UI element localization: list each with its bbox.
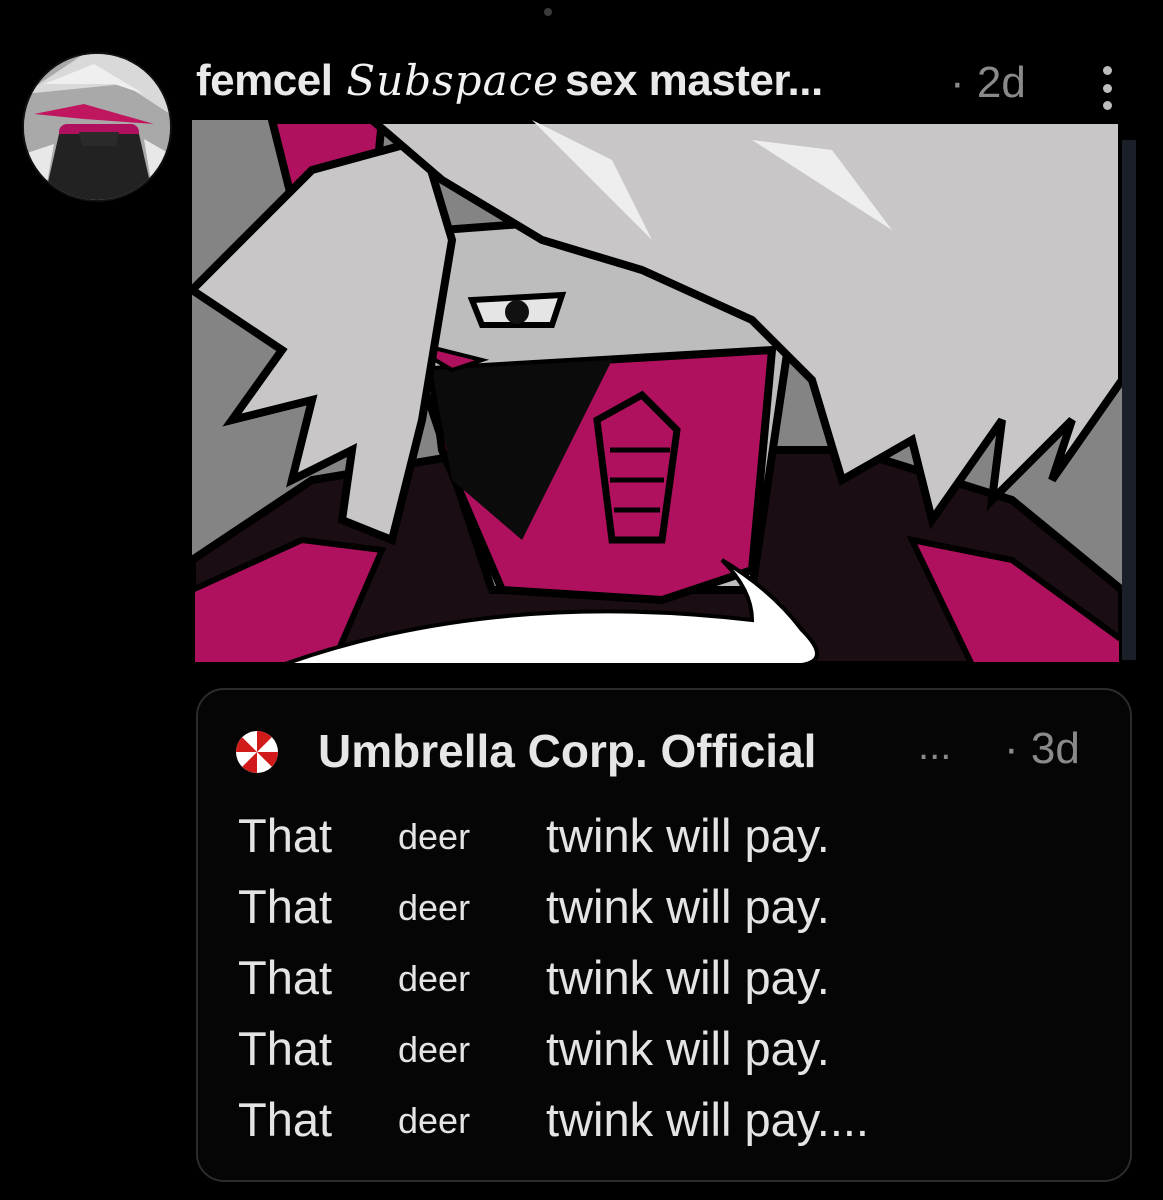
line-word-deer: deer xyxy=(398,958,471,999)
avatar[interactable] xyxy=(24,54,170,200)
line-rest: twink will pay. xyxy=(546,951,830,1004)
status-dot xyxy=(544,8,552,16)
avatar-art xyxy=(24,54,170,200)
author-name-part2: sex master... xyxy=(565,56,823,105)
line-word-deer: deer xyxy=(398,1029,471,1070)
line-word-deer: deer xyxy=(398,1100,471,1141)
author-truncation: ... xyxy=(918,724,952,768)
post-author-name[interactable]: femcel Subspace sex master... xyxy=(196,56,823,116)
line-word-that: That xyxy=(238,951,333,1004)
line-word-deer: deer xyxy=(398,887,471,928)
quoted-post[interactable]: Umbrella Corp. Official ... · 3d That de… xyxy=(196,688,1132,1182)
line-word-that: That xyxy=(238,1093,333,1146)
line-rest: twink will pay. xyxy=(546,1022,830,1075)
line-word-deer: deer xyxy=(398,816,471,857)
quoted-author-name[interactable]: Umbrella Corp. Official xyxy=(318,724,816,778)
author-name-script: Subspace xyxy=(346,56,559,105)
quoted-timestamp: · 3d xyxy=(1004,724,1080,773)
line-rest: twink will pay. xyxy=(546,809,830,862)
line-word-that: That xyxy=(238,1022,333,1075)
author-name-part1: femcel xyxy=(196,56,333,105)
umbrella-logo-icon xyxy=(236,731,278,773)
line-word-that: That xyxy=(238,809,333,862)
more-vert-icon[interactable] xyxy=(1098,66,1116,110)
line-word-that: That xyxy=(238,880,333,933)
character-illustration xyxy=(192,120,1122,665)
line-rest: twink will pay.... xyxy=(546,1093,869,1146)
line-rest: twink will pay. xyxy=(546,880,830,933)
post-image[interactable] xyxy=(192,120,1122,665)
post-timestamp: · 2d xyxy=(950,58,1026,107)
